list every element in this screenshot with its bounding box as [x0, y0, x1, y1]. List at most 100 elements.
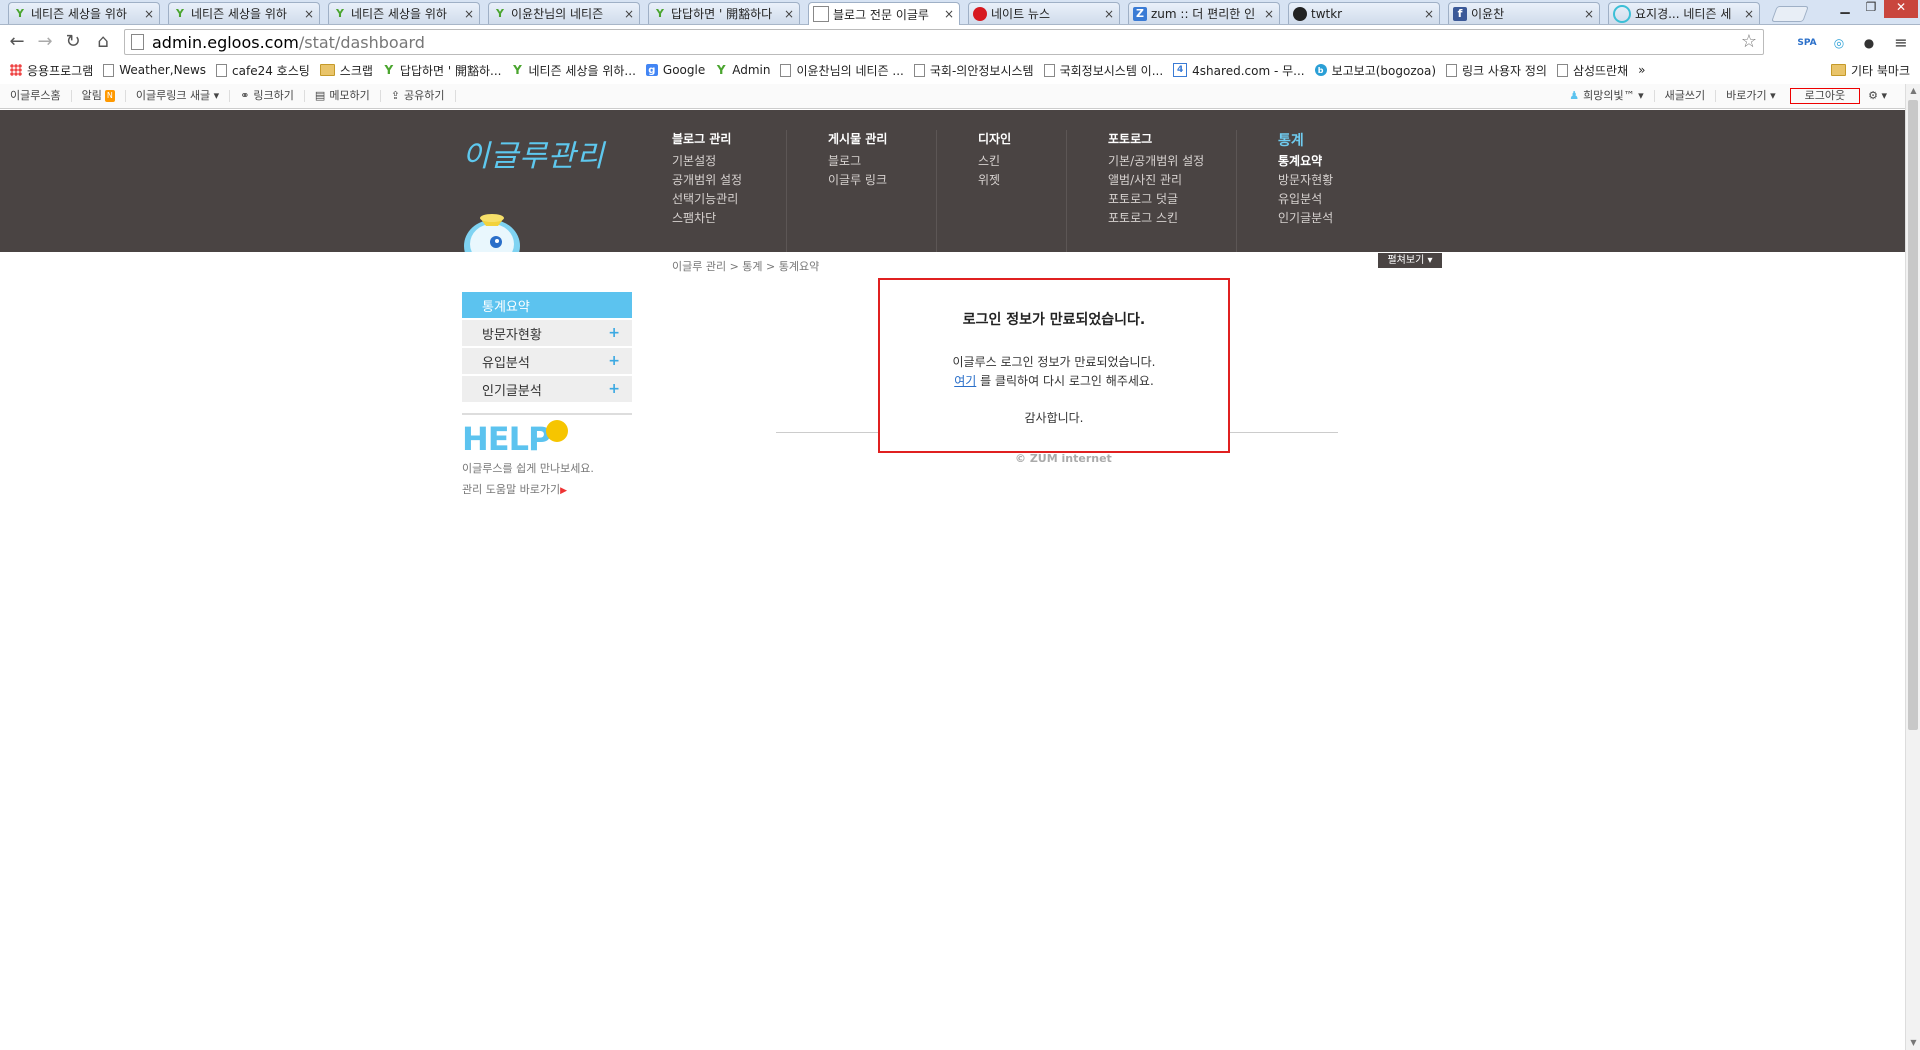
admin-menu-heading[interactable]: 게시물 관리 — [828, 130, 936, 146]
scroll-thumb[interactable] — [1908, 100, 1918, 730]
side-menu-item[interactable]: 유입분석 + — [462, 348, 632, 374]
close-tab-icon[interactable]: × — [1743, 7, 1755, 21]
memo-button[interactable]: ▤ 메모하기 — [305, 90, 381, 102]
admin-menu-item[interactable]: 기본설정 — [672, 152, 786, 171]
admin-menu-heading[interactable]: 포토로그 — [1108, 130, 1236, 146]
scroll-down-icon[interactable]: ▼ — [1906, 1036, 1920, 1050]
close-tab-icon[interactable]: × — [1263, 7, 1275, 21]
browser-tab[interactable]: 블로그 전문 이글루 × — [808, 2, 960, 25]
reload-icon[interactable]: ↻ — [62, 31, 84, 53]
home-icon[interactable]: ⌂ — [92, 31, 114, 53]
bookmark-item[interactable]: 삼성뜨란채 — [1556, 62, 1628, 79]
admin-menu-item[interactable]: 선택기능관리 — [672, 190, 786, 209]
admin-menu-item[interactable]: 앨범/사진 관리 — [1108, 171, 1236, 190]
side-menu-item[interactable]: 통계요약 — [462, 292, 632, 318]
bookmark-item[interactable]: b 보고보고(bogozoa) — [1314, 62, 1436, 79]
new-tab-button[interactable] — [1771, 6, 1809, 22]
spa-extension-icon[interactable]: SPA — [1796, 32, 1818, 54]
close-tab-icon[interactable]: × — [623, 7, 635, 21]
bookmark-item[interactable]: cafe24 호스팅 — [216, 62, 310, 79]
expand-plus-icon[interactable]: + — [608, 325, 620, 341]
address-bar[interactable]: admin.egloos.com/stat/dashboard ☆ — [124, 29, 1764, 55]
close-tab-icon[interactable]: × — [1583, 7, 1595, 21]
expand-plus-icon[interactable]: + — [608, 381, 620, 397]
admin-menu-item[interactable]: 위젯 — [978, 171, 1066, 190]
help-link[interactable]: 관리 도움말 바로가기▶ — [462, 481, 594, 497]
restore-icon[interactable]: ❐ — [1858, 0, 1884, 18]
admin-menu-item[interactable]: 포토로그 덧글 — [1108, 190, 1236, 209]
link-button[interactable]: ⚭ 링크하기 — [230, 90, 305, 102]
admin-menu-item[interactable]: 스킨 — [978, 152, 1066, 171]
bookmark-item[interactable]: Y Admin — [715, 63, 771, 77]
egloo-link-new-posts[interactable]: 이글루링크 새글 ▾ — [126, 90, 231, 102]
admin-menu-item[interactable]: 스팸차단 — [672, 209, 786, 228]
relogin-link[interactable]: 여기 — [954, 374, 976, 388]
admin-menu-item[interactable]: 통계요약 — [1278, 152, 1378, 171]
compass-extension-icon[interactable]: ◎ — [1828, 32, 1850, 54]
close-tab-icon[interactable]: × — [143, 7, 155, 21]
bookmark-item[interactable]: Y 답답하면 ' 開豁하... — [383, 62, 502, 79]
admin-menu-item[interactable]: 이글루 링크 — [828, 171, 936, 190]
admin-menu-item[interactable]: 포토로그 스킨 — [1108, 209, 1236, 228]
close-tab-icon[interactable]: × — [1103, 7, 1115, 21]
side-menu-item[interactable]: 인기글분석 + — [462, 376, 632, 402]
browser-tab[interactable]: 요지경... 네티즌 세 × — [1608, 2, 1760, 24]
user-menu[interactable]: ♟ 희망의빛™ ▾ — [1559, 90, 1653, 102]
settings-gear-icon[interactable]: ⚙ ▾ — [1864, 90, 1891, 102]
close-tab-icon[interactable]: × — [783, 7, 795, 21]
scroll-up-icon[interactable]: ▲ — [1906, 84, 1920, 98]
admin-menu-item[interactable]: 방문자현황 — [1278, 171, 1378, 190]
browser-tab[interactable]: f 이윤찬 × — [1448, 2, 1600, 24]
close-window-icon[interactable]: ✕ — [1884, 0, 1918, 18]
browser-tab[interactable]: Y 네티즌 세상을 위하 × — [168, 2, 320, 24]
bookmark-star-icon[interactable]: ☆ — [1741, 31, 1757, 52]
bookmark-item[interactable]: 이윤찬님의 네티즌 ... — [780, 62, 904, 79]
side-menu-item[interactable]: 방문자현황 + — [462, 320, 632, 346]
admin-menu-heading[interactable]: 디자인 — [978, 130, 1066, 146]
close-tab-icon[interactable]: × — [943, 7, 955, 21]
write-post-link[interactable]: 새글쓰기 — [1653, 90, 1715, 102]
scrollbar[interactable]: ▲ ▼ — [1905, 84, 1920, 1050]
browser-tab[interactable]: twtkr × — [1288, 2, 1440, 24]
expand-plus-icon[interactable]: + — [608, 353, 620, 369]
bookmark-item[interactable]: 국회-의안정보시스템 — [913, 62, 1034, 79]
back-icon[interactable]: ← — [6, 31, 28, 53]
close-tab-icon[interactable]: × — [463, 7, 475, 21]
bookmark-item[interactable]: Weather,News — [103, 63, 206, 77]
bookmark-item[interactable]: 국회정보시스템 이... — [1043, 62, 1163, 79]
browser-tab[interactable]: Y 답답하면 ' 開豁하다 × — [648, 2, 800, 24]
minimize-icon[interactable]: ▁ — [1832, 0, 1858, 18]
close-tab-icon[interactable]: × — [303, 7, 315, 21]
browser-tab[interactable]: 네이트 뉴스 × — [968, 2, 1120, 24]
admin-menu-item[interactable]: 유입분석 — [1278, 190, 1378, 209]
dark-extension-icon[interactable]: ● — [1858, 32, 1880, 54]
browser-tab[interactable]: Y 네티즌 세상을 위하 × — [8, 2, 160, 24]
browser-tab[interactable]: Y 네티즌 세상을 위하 × — [328, 2, 480, 24]
egloos-home-link[interactable]: 이글루스홈 — [0, 90, 72, 102]
logout-button[interactable]: 로그아웃 — [1789, 88, 1861, 104]
browser-tab[interactable]: Zzum :: 더 편리한 인 × — [1128, 2, 1280, 24]
bookmark-item[interactable]: 스크랩 — [319, 62, 373, 79]
bookmark-item[interactable]: 링크 사용자 정의 — [1446, 62, 1547, 79]
expand-button[interactable]: 펼쳐보기 ▾ — [1378, 253, 1442, 268]
notification-link[interactable]: 알림 N — [72, 90, 126, 102]
browser-tab[interactable]: Y 이윤찬님의 네티즌 × — [488, 2, 640, 24]
bookmark-item[interactable]: Y 네티즌 세상을 위하... — [511, 62, 636, 79]
admin-menu-item[interactable]: 기본/공개범위 설정 — [1108, 152, 1236, 171]
shortcut-menu[interactable]: 바로가기 ▾ — [1715, 90, 1786, 102]
admin-menu-item[interactable]: 공개범위 설정 — [672, 171, 786, 190]
bookmark-item[interactable]: 4 4shared.com - 무... — [1173, 62, 1305, 79]
admin-menu-heading[interactable]: 통계 — [1278, 130, 1378, 149]
admin-menu-heading[interactable]: 블로그 관리 — [672, 130, 786, 146]
admin-menu-item[interactable]: 블로그 — [828, 152, 936, 171]
share-button[interactable]: ⇪ 공유하기 — [381, 90, 456, 102]
menu-icon[interactable]: ≡ — [1890, 32, 1912, 54]
close-tab-icon[interactable]: × — [1423, 7, 1435, 21]
other-bookmarks-folder[interactable]: 기타 북마크 — [1830, 62, 1910, 79]
bookmarks-overflow-button[interactable]: » — [1638, 63, 1645, 77]
forward-icon[interactable]: → — [34, 31, 56, 53]
bookmark-item[interactable]: 응용프로그램 — [10, 62, 93, 79]
admin-menu-item[interactable]: 인기글분석 — [1278, 209, 1378, 228]
bookmark-item[interactable]: g Google — [645, 63, 705, 77]
admin-logo[interactable]: 이글루관리 — [462, 131, 605, 175]
